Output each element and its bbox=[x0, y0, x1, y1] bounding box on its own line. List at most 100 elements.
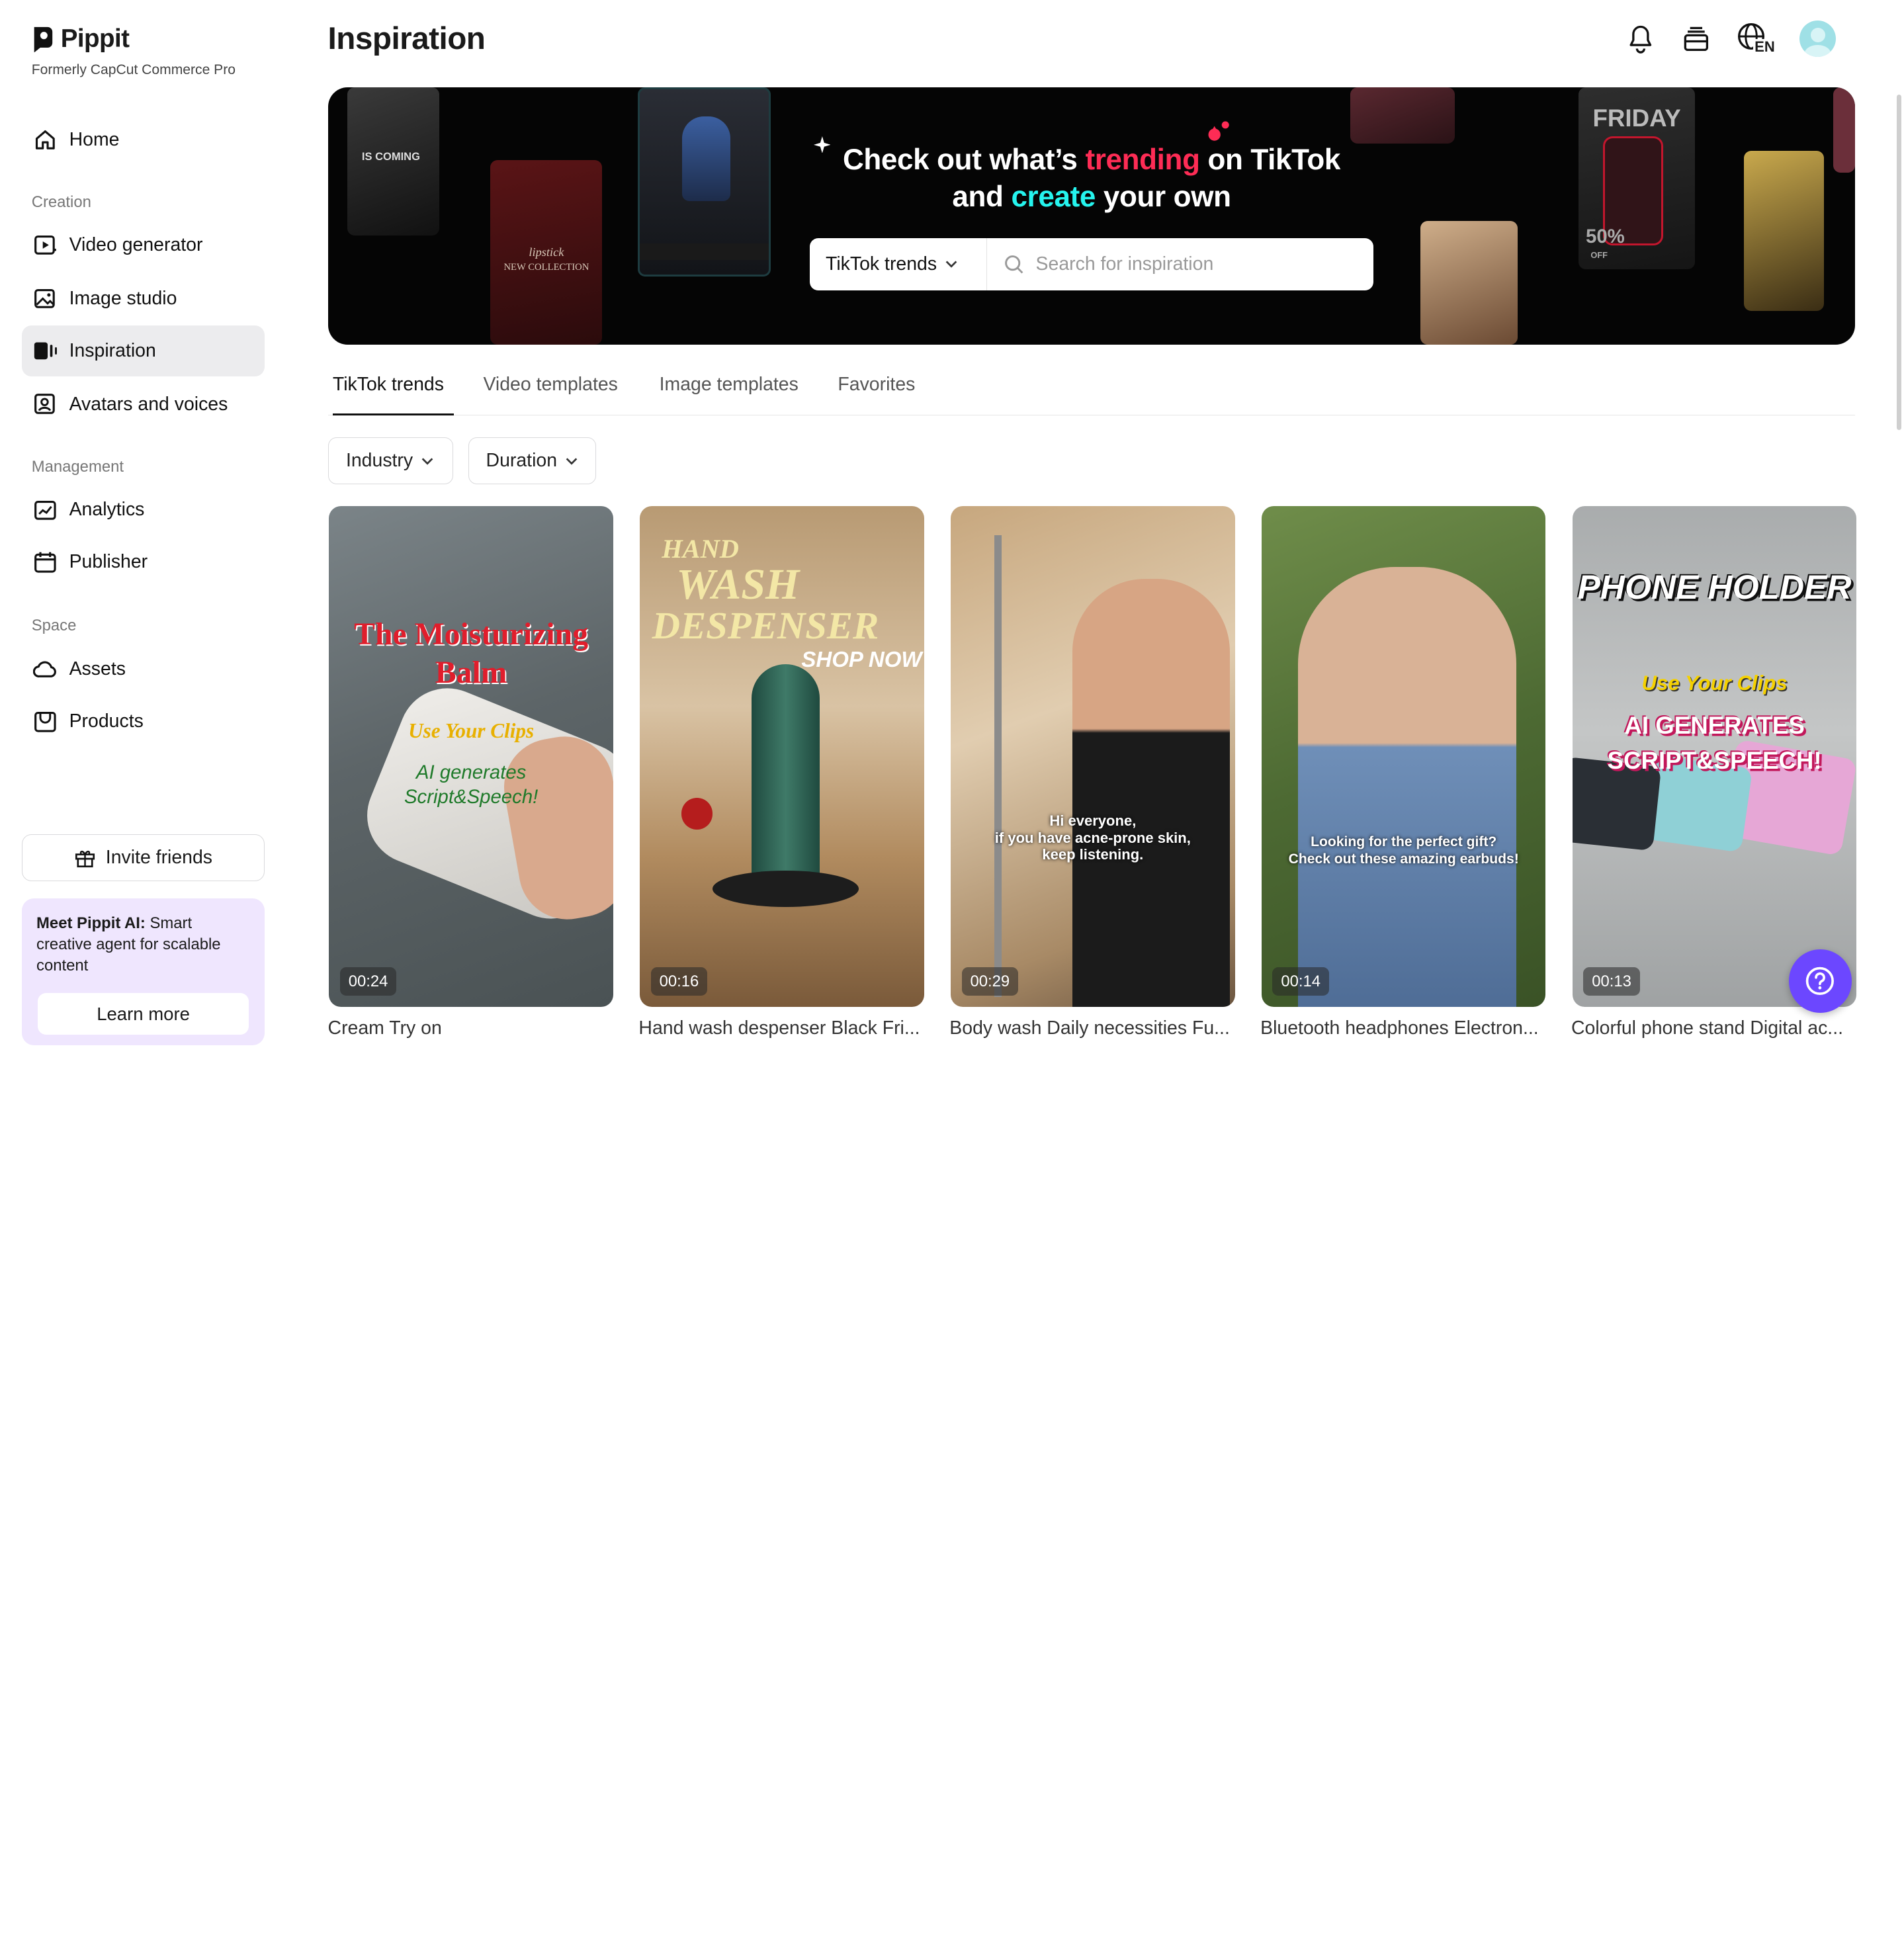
page-scrollbar[interactable] bbox=[1896, 95, 1902, 430]
card-1-overlay-script: Script&Speech! bbox=[404, 785, 539, 808]
nav-home-label: Home bbox=[69, 128, 120, 150]
search-source-value: TikTok trends bbox=[826, 253, 937, 275]
card-title[interactable]: Colorful phone stand Digital ac... bbox=[1571, 1017, 1853, 1039]
card-showerhead-shape bbox=[994, 535, 1002, 997]
chevron-down-icon bbox=[421, 457, 433, 465]
card-person-shape bbox=[1072, 579, 1231, 1007]
industry-filter-dropdown[interactable]: Industry bbox=[327, 437, 453, 485]
tab-image-templates[interactable]: Image templates bbox=[660, 365, 799, 415]
banner-line2-end: your own bbox=[1096, 181, 1231, 214]
card-4-overlay-l1: Looking for the perfect gift? bbox=[1311, 834, 1497, 849]
language-badge: EN bbox=[1753, 38, 1776, 55]
card-dispenser-shape bbox=[752, 664, 820, 895]
video-card[interactable]: PHONE HOLDER Use Your Clips AI GENERATES… bbox=[1572, 506, 1857, 1007]
card-3-overlay-l1: Hi everyone, bbox=[1049, 812, 1137, 829]
cloud-icon bbox=[32, 661, 56, 677]
video-card[interactable]: The Moisturizing Balm Use Your Clips AI … bbox=[329, 506, 613, 1007]
nav-section-management: Management bbox=[31, 457, 124, 476]
card-3-overlay-l2: if you have acne-prone skin, bbox=[994, 829, 1191, 846]
duration-filter-dropdown[interactable]: Duration bbox=[468, 437, 597, 485]
card-person-shape bbox=[1298, 567, 1517, 1007]
nav-products[interactable]: Products bbox=[22, 696, 265, 747]
tab-tiktok-trends[interactable]: TikTok trends bbox=[332, 365, 454, 415]
nav-assets-label: Assets bbox=[69, 658, 126, 679]
home-icon bbox=[35, 130, 55, 150]
banner-line1-end: on TikTok bbox=[1199, 143, 1341, 176]
card-1-overlay-ai: AI generates bbox=[415, 761, 527, 783]
card-1-overlay-sub: Use Your Clips bbox=[408, 718, 535, 742]
search-placeholder: Search for inspiration bbox=[1035, 253, 1214, 275]
video-card[interactable]: Hi everyone, if you have acne-prone skin… bbox=[951, 506, 1235, 1007]
nav-assets[interactable]: Assets bbox=[22, 644, 265, 695]
nav-avatars-voices-label: Avatars and voices bbox=[69, 393, 228, 415]
help-button[interactable] bbox=[1788, 949, 1852, 1013]
card-title[interactable]: Cream Try on bbox=[328, 1017, 619, 1039]
banner-thumb-2-text-a: lipstick bbox=[529, 245, 564, 259]
subscription-stack-icon[interactable] bbox=[1680, 23, 1712, 55]
banner-headline-line2: and create your own bbox=[328, 181, 1856, 214]
brand-name: Pippit bbox=[60, 24, 130, 53]
notification-bell-icon[interactable] bbox=[1625, 23, 1657, 55]
category-tabs: TikTok trends Video templates Image temp… bbox=[327, 365, 1856, 415]
banner-line1-start: Check out what’s bbox=[842, 143, 1086, 176]
page-title: Inspiration bbox=[327, 21, 486, 57]
tab-video-templates[interactable]: Video templates bbox=[483, 365, 617, 415]
card-title[interactable]: Hand wash despenser Black Fri... bbox=[638, 1017, 930, 1039]
nav-section-space: Space bbox=[31, 617, 77, 635]
question-icon bbox=[1806, 967, 1835, 996]
nav-avatars-voices[interactable]: Avatars and voices bbox=[22, 379, 265, 430]
banner-create-word: create bbox=[1011, 181, 1096, 214]
banner-thumb-friday-text: FRIDAY bbox=[1592, 104, 1681, 132]
search-source-dropdown[interactable]: TikTok trends bbox=[810, 237, 988, 290]
nav-analytics[interactable]: Analytics bbox=[22, 484, 265, 535]
card-5-overlay-sub: Use Your Clips bbox=[1641, 671, 1788, 695]
nav-publisher-label: Publisher bbox=[69, 551, 148, 573]
calendar-icon bbox=[34, 552, 56, 574]
banner-thumb-friday: FRIDAY 50% OFF bbox=[1579, 87, 1696, 270]
chevron-down-icon bbox=[566, 457, 578, 465]
invite-friends-label: Invite friends bbox=[105, 847, 213, 869]
banner-line2-start: and bbox=[952, 181, 1012, 214]
banner-thumb-5 bbox=[1350, 87, 1455, 144]
chevron-down-icon bbox=[945, 261, 957, 268]
card-dispenser-base bbox=[713, 870, 859, 908]
card-1-overlay-title2: Balm bbox=[435, 655, 507, 691]
invite-friends-button[interactable]: Invite friends bbox=[22, 834, 265, 882]
nav-home[interactable]: Home bbox=[22, 114, 265, 165]
banner-thumb-4 bbox=[1420, 221, 1518, 345]
nav-section-creation: Creation bbox=[31, 193, 91, 211]
product-box-icon bbox=[34, 711, 56, 732]
banner-thumb-sale-text: 50% bbox=[1586, 226, 1625, 248]
card-title[interactable]: Bluetooth headphones Electron... bbox=[1260, 1017, 1551, 1039]
card-5-overlay-script: SCRIPT&SPEECH! bbox=[1607, 746, 1822, 774]
banner-search-bar: TikTok trends Search for inspiration bbox=[810, 237, 1373, 290]
learn-more-button[interactable]: Learn more bbox=[37, 993, 249, 1035]
user-avatar[interactable] bbox=[1799, 21, 1837, 58]
pippit-logo-icon bbox=[34, 26, 52, 52]
avatar-icon bbox=[34, 393, 55, 414]
tab-favorites[interactable]: Favorites bbox=[838, 365, 915, 415]
nav-image-studio[interactable]: Image studio bbox=[22, 273, 265, 324]
search-input[interactable]: Search for inspiration bbox=[987, 253, 1373, 275]
tiktok-drops-icon bbox=[1208, 121, 1229, 141]
card-title[interactable]: Body wash Daily necessities Fu... bbox=[949, 1017, 1240, 1039]
card-2-overlay-wash: WASH bbox=[676, 560, 800, 609]
analytics-icon bbox=[34, 500, 56, 520]
video-card[interactable]: HAND WASH DESPENSER SHOP NOW 00:16 bbox=[640, 506, 924, 1007]
banner-thumb-2-text-b: NEW COLLECTION bbox=[503, 262, 589, 273]
duration-filter-label: Duration bbox=[486, 450, 558, 472]
nav-inspiration-label: Inspiration bbox=[69, 339, 156, 361]
nav-publisher[interactable]: Publisher bbox=[22, 537, 265, 587]
video-generator-icon bbox=[34, 236, 56, 255]
nav-video-generator[interactable]: Video generator bbox=[22, 220, 265, 271]
nav-inspiration[interactable]: Inspiration bbox=[22, 325, 265, 376]
card-apple-shape bbox=[681, 797, 713, 830]
brand-logo[interactable]: Pippit bbox=[32, 24, 130, 54]
language-button[interactable]: EN bbox=[1737, 22, 1776, 56]
duration-badge: 00:13 bbox=[1583, 967, 1640, 996]
duration-badge: 00:14 bbox=[1272, 967, 1329, 996]
video-card[interactable]: Looking for the perfect gift? Check out … bbox=[1261, 506, 1546, 1007]
card-5-overlay-title: PHONE HOLDER bbox=[1577, 568, 1852, 607]
card-3-overlay-l3: keep listening. bbox=[1042, 846, 1144, 863]
image-studio-icon bbox=[34, 289, 55, 308]
